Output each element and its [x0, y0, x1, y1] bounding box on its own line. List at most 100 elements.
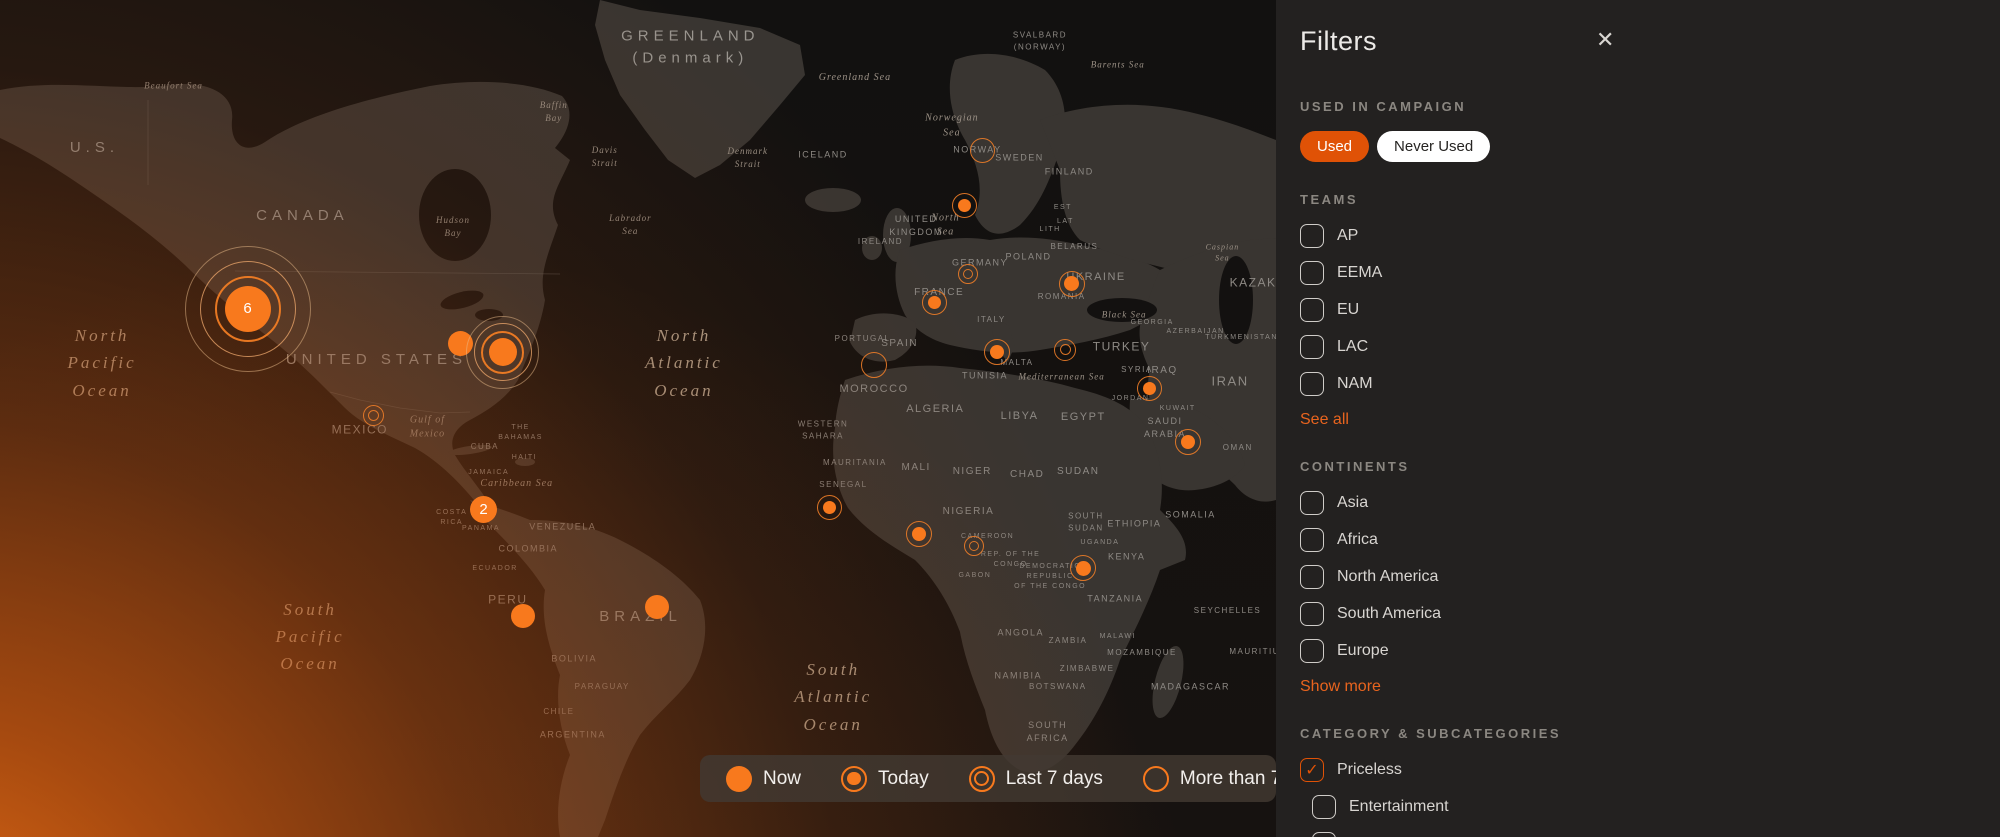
- checkbox-label-asia: Asia: [1337, 494, 1368, 512]
- map-label-greenland: GREENLAND (Denmark): [621, 25, 759, 69]
- checkbox-label-eema: EEMA: [1337, 264, 1382, 282]
- map-label-lith: LITH: [1040, 225, 1061, 235]
- checkbox-label-south-america: South America: [1337, 605, 1441, 623]
- map-label-oman: OMAN: [1223, 442, 1253, 454]
- legend-item-more-than-7-days-ago: More than 7 days ago: [1143, 766, 1276, 792]
- map-label-botswana: BOTSWANA: [1029, 681, 1086, 693]
- map-label-finland: FINLAND: [1045, 166, 1094, 179]
- map-label-the: THE BAHAMAS: [498, 423, 543, 443]
- map-label-south: South Pacific Ocean: [275, 596, 344, 678]
- chip-never-used[interactable]: Never Used: [1377, 131, 1490, 162]
- map-label-libya: LIBYA: [1001, 409, 1039, 425]
- legend-last7-icon: [969, 766, 995, 792]
- map-label-zimbabwe: ZIMBABWE: [1060, 663, 1115, 675]
- checkbox-row-europe[interactable]: Europe: [1300, 639, 1622, 663]
- filters-panel: Filters ✕ USED IN CAMPAIGN UsedNever Use…: [1276, 0, 2000, 837]
- legend-today-icon: [841, 766, 867, 792]
- map-label-ethiopia: ETHIOPIA: [1107, 517, 1161, 530]
- map-label-cuba: CUBA: [471, 441, 499, 453]
- checkbox-row-north-america[interactable]: North America: [1300, 565, 1622, 589]
- legend-item-today: Today: [841, 766, 929, 792]
- checkbox-row-lac[interactable]: LAC: [1300, 335, 1622, 359]
- map-label-colombia: COLOMBIA: [498, 543, 558, 556]
- map-label-davis: Davis Strait: [592, 144, 618, 170]
- map-label-algeria: ALGERIA: [906, 402, 964, 418]
- map-label-est: EST: [1054, 203, 1072, 213]
- checkbox-label-lac: LAC: [1337, 338, 1368, 356]
- continents-list: Asia Africa North America South America Euro…: [1300, 491, 1622, 663]
- checkbox-row-africa[interactable]: Africa: [1300, 528, 1622, 552]
- app-window: U.S. CANADA UNITED STATES GREENLAND (Denmar…: [0, 0, 2000, 837]
- map-label-beaufort-sea: Beaufort Sea: [144, 80, 203, 93]
- checkbox-eu[interactable]: [1300, 298, 1324, 322]
- legend-item-last-7-days: Last 7 days: [969, 766, 1103, 792]
- map-label-kazakh: KAZAKH: [1230, 274, 1276, 291]
- map-label-malawi: MALAWI: [1100, 632, 1136, 642]
- see-all-link[interactable]: See all: [1300, 411, 1349, 429]
- checkbox-eema[interactable]: [1300, 261, 1324, 285]
- map-legend: Now Today Last 7 days More than 7 days ago: [700, 755, 1276, 802]
- map-label-u-s: U.S.: [70, 137, 119, 159]
- checkbox-row-eu[interactable]: EU: [1300, 298, 1622, 322]
- checkbox-label-eu: EU: [1337, 301, 1359, 319]
- checkbox-africa[interactable]: [1300, 528, 1324, 552]
- map-label-belarus: BELARUS: [1050, 241, 1098, 253]
- checkbox-asia[interactable]: [1300, 491, 1324, 515]
- map-label-south: SOUTH AFRICA: [1027, 719, 1069, 745]
- checkbox-entertainment[interactable]: [1312, 795, 1336, 819]
- map-label-baffin: Baffin Bay: [540, 99, 568, 125]
- checkbox-priceless[interactable]: ✓: [1300, 758, 1324, 782]
- checkbox-row-asia[interactable]: Asia: [1300, 491, 1622, 515]
- map-label-zambia: ZAMBIA: [1049, 635, 1088, 647]
- map-label-morocco: MOROCCO: [839, 382, 908, 398]
- checkbox-label-north-america: North America: [1337, 568, 1438, 586]
- checkbox-row-priceless[interactable]: ✓Priceless: [1300, 758, 1622, 782]
- checkbox-row-ap[interactable]: AP: [1300, 224, 1622, 248]
- legend-label: Now: [763, 768, 801, 790]
- checkbox-nam[interactable]: [1300, 372, 1324, 396]
- map-label-bolivia: BOLIVIA: [551, 652, 597, 665]
- map-label-labrador: Labrador Sea: [609, 212, 652, 238]
- map-label-ireland: IRELAND: [858, 236, 903, 248]
- map-label-egypt: EGYPT: [1061, 410, 1106, 426]
- show-more-link[interactable]: Show more: [1300, 678, 1381, 696]
- checkbox-item[interactable]: [1312, 832, 1336, 837]
- map-label-paraguay: PARAGUAY: [575, 681, 630, 693]
- checkbox-row-item[interactable]: [1312, 832, 1622, 837]
- map-label-poland: POLAND: [1005, 250, 1051, 263]
- map-label-mauritania: MAURITANIA: [823, 457, 887, 469]
- map-label-south: SOUTH SUDAN: [1068, 511, 1104, 534]
- checkbox-north-america[interactable]: [1300, 565, 1324, 589]
- checkbox-south-america[interactable]: [1300, 602, 1324, 626]
- map-label-canada: CANADA: [256, 205, 349, 227]
- checkbox-label-ap: AP: [1337, 227, 1358, 245]
- map-label-niger: NIGER: [953, 465, 992, 480]
- map-label-denmark: Denmark Strait: [727, 145, 768, 171]
- close-icon[interactable]: ✕: [1596, 26, 1614, 53]
- checkbox-europe[interactable]: [1300, 639, 1324, 663]
- checkbox-ap[interactable]: [1300, 224, 1324, 248]
- section-header-campaign: USED IN CAMPAIGN: [1300, 99, 1622, 114]
- chip-used[interactable]: Used: [1300, 131, 1369, 162]
- map-label-uganda: UGANDA: [1080, 538, 1119, 548]
- map-label-south: South Atlantic Ocean: [794, 656, 872, 738]
- map-label-united-states: UNITED STATES: [286, 349, 467, 371]
- checkbox-lac[interactable]: [1300, 335, 1324, 359]
- map-label-chile: CHILE: [543, 706, 574, 718]
- map-label-brazil: BRAZIL: [599, 606, 682, 628]
- legend-label: More than 7 days ago: [1180, 768, 1276, 790]
- checkbox-label-nam: NAM: [1337, 375, 1373, 393]
- map-label-sweden: SWEDEN: [995, 152, 1044, 165]
- map-label-iran: IRAN: [1212, 372, 1249, 391]
- legend-label: Last 7 days: [1006, 768, 1103, 790]
- campaign-chips: Used Never Used: [1300, 131, 1622, 162]
- checkbox-row-nam[interactable]: NAM: [1300, 372, 1622, 396]
- checkbox-label-europe: Europe: [1337, 642, 1389, 660]
- checkbox-row-south-america[interactable]: South America: [1300, 602, 1622, 626]
- checkbox-row-eema[interactable]: EEMA: [1300, 261, 1622, 285]
- world-map[interactable]: U.S. CANADA UNITED STATES GREENLAND (Denmar…: [0, 0, 1276, 837]
- map-label-portugal: PORTUGAL: [835, 333, 891, 345]
- map-label-azerbaijan: AZERBAIJAN: [1167, 327, 1225, 337]
- checkbox-row-entertainment[interactable]: Entertainment: [1312, 795, 1622, 819]
- section-header-teams: TEAMS: [1300, 192, 1622, 207]
